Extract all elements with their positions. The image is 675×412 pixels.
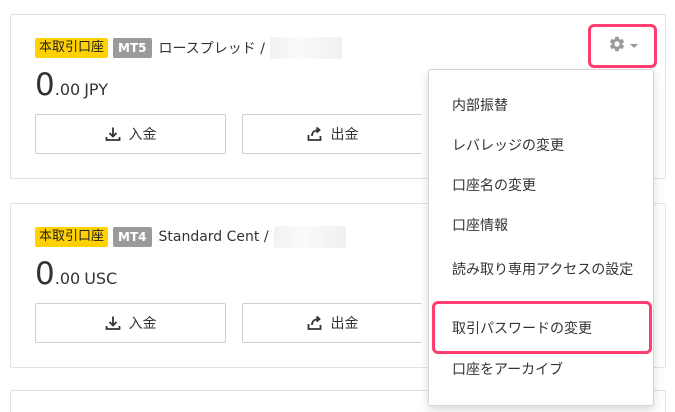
menu-item-rename-account[interactable]: 口座名の変更 [429,174,653,199]
withdraw-button[interactable]: 出金 [242,114,422,154]
platform-badge: MT4 [113,227,152,247]
platform-badge: MT5 [113,38,152,58]
balance-decimal: .00 [54,269,81,288]
menu-item-change-trading-password[interactable]: 取引パスワードの変更 [429,317,653,342]
deposit-label: 入金 [128,127,157,143]
menu-item-change-leverage[interactable]: レバレッジの変更 [429,134,653,159]
gear-icon [608,35,626,57]
account-balance: 0.00 USC [35,258,117,290]
download-icon [105,315,121,331]
menu-item-archive-account[interactable]: 口座をアーカイブ [429,358,653,383]
deposit-label: 入金 [128,316,157,332]
share-out-icon [307,126,323,142]
chevron-down-icon [629,44,638,48]
account-name: Standard Cent / [158,229,269,245]
account-type-badge: 本取引口座 [35,38,109,58]
withdraw-label: 出金 [330,127,359,143]
download-icon [105,126,121,142]
deposit-button[interactable]: 入金 [35,114,226,154]
masked-account-number [269,37,342,59]
deposit-button[interactable]: 入金 [35,303,226,343]
masked-account-number [273,226,346,248]
account-header: 本取引口座 MT4 Standard Cent / [35,226,346,248]
account-settings-button[interactable] [588,24,657,68]
menu-item-account-info[interactable]: 口座情報 [429,214,653,239]
balance-currency: JPY [84,80,108,99]
balance-currency: USC [84,269,118,288]
account-name: ロースプレッド / [158,41,265,57]
account-settings-menu: 内部振替 レバレッジの変更 口座名の変更 口座情報 読み取り専用アクセスの設定 … [428,69,654,406]
balance-decimal: .00 [54,80,81,99]
withdraw-label: 出金 [330,316,359,332]
balance-integer: 0 [35,256,55,292]
share-out-icon [307,315,323,331]
account-type-badge: 本取引口座 [35,227,109,247]
balance-integer: 0 [35,67,55,103]
menu-item-internal-transfer[interactable]: 内部振替 [429,94,653,119]
account-balance: 0.00 JPY [35,69,108,101]
menu-item-read-only-access[interactable]: 読み取り専用アクセスの設定 [429,258,653,283]
account-header: 本取引口座 MT5 ロースプレッド / [35,37,342,59]
withdraw-button[interactable]: 出金 [242,303,422,343]
